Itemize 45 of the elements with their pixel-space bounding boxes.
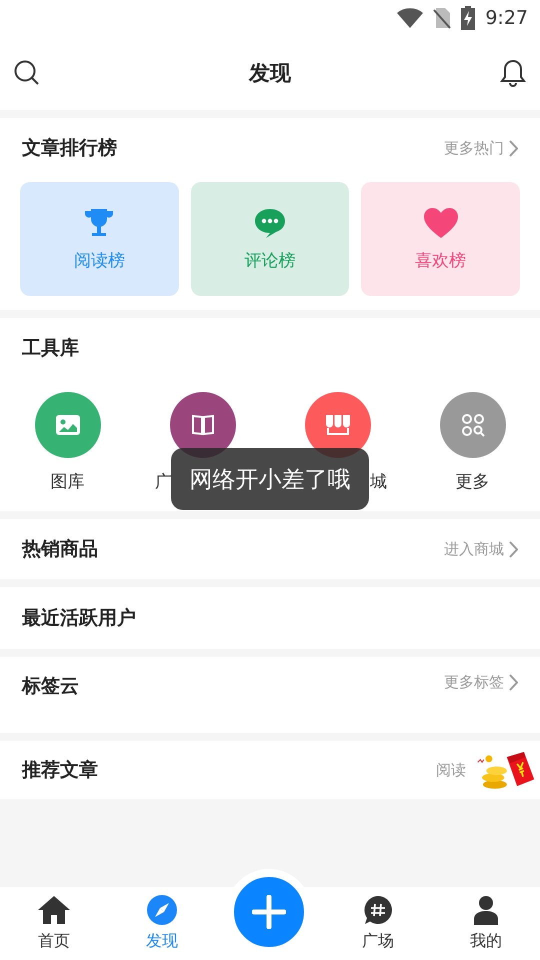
plus-icon [252,895,286,929]
ranking-card[interactable]: 阅读榜 [20,182,179,296]
ranking-label: 阅读榜 [74,250,125,272]
chevron-right-icon [508,674,518,691]
home-icon [37,895,71,925]
ranking-label: 喜欢榜 [415,250,466,272]
more-link[interactable]: 更多标签 [444,673,518,692]
nav-tab[interactable]: 首页 [0,887,108,960]
chat-hash-icon [363,895,393,925]
battery-charging-icon [461,6,476,30]
toast-message: 网络开小差了哦 [171,448,369,510]
heart-icon [422,206,459,238]
chat-bubble-icon [252,206,287,238]
ranking-card[interactable]: 评论榜 [190,182,350,296]
nav-tab[interactable]: 广场 [324,887,432,960]
more-link[interactable]: 阅读 [436,760,466,780]
search-icon[interactable] [14,60,40,86]
status-time: 9:27 [485,7,528,29]
section-title: 文章排行榜 [22,136,117,161]
more-link[interactable]: 更多热门 [444,138,518,158]
wifi-icon [397,8,424,28]
section-title: 最近活跃用户 [22,606,136,631]
ranking-label: 评论榜 [244,250,296,272]
compass-icon [147,895,177,925]
shop-icon [324,414,350,436]
section-title: 热销商品 [22,537,98,562]
tool-label: 更多 [456,471,490,493]
more-link[interactable]: 进入商城 [444,540,518,558]
user-icon [473,895,499,925]
section-title: 工具库 [22,336,79,361]
chevron-right-icon [508,140,518,156]
nav-tab[interactable]: 我的 [432,887,540,960]
nav-tab[interactable]: 发现 [108,887,216,960]
no-sim-icon [433,7,452,29]
section-title: 标签云 [22,674,79,699]
ranking-card[interactable]: 喜欢榜 [361,182,520,296]
bell-icon[interactable] [500,59,526,87]
chevron-right-icon [508,540,518,558]
tool-label: 图库 [50,471,84,493]
page-title: 发现 [249,60,291,87]
book-icon [190,414,214,436]
section-title: 推荐文章 [22,758,98,783]
apps-search-icon [460,413,484,437]
image-icon [56,415,80,435]
tool-label: 城 [370,471,387,493]
